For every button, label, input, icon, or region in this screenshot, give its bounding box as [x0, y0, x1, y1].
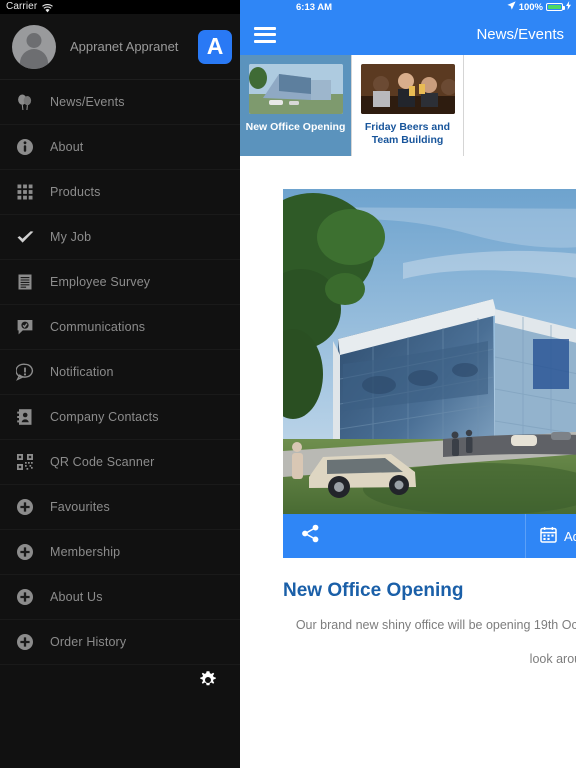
battery-full-icon — [546, 3, 565, 11]
content-status-bar: 6:13 AM 100% — [240, 0, 576, 14]
tab-label: Friday Beers and Team Building — [364, 121, 451, 146]
plus-circle-icon — [14, 586, 36, 608]
sidebar-item-about-us[interactable]: About Us — [0, 575, 240, 620]
app-root: Carrier Appranet Appranet A News/Events … — [0, 0, 576, 768]
sidebar-menu: News/Events About Products My Job Employ… — [0, 80, 240, 665]
sidebar-item-company-contacts[interactable]: Company Contacts — [0, 395, 240, 440]
alert-bubble-icon — [14, 361, 36, 383]
sidebar-item-favourites[interactable]: Favourites — [0, 485, 240, 530]
sidebar-item-label: About Us — [50, 590, 103, 604]
avatar — [12, 24, 56, 69]
carrier-label: Carrier — [6, 1, 38, 12]
sidebar-item-qr-code-scanner[interactable]: QR Code Scanner — [0, 440, 240, 485]
article-body-line-2: look around — [529, 652, 576, 666]
status-time: 6:13 AM — [296, 1, 333, 13]
sidebar-item-label: Order History — [50, 635, 127, 649]
battery-percent-label: 100% — [518, 1, 543, 13]
app-logo-badge: A — [198, 29, 232, 64]
content-pane: 6:13 AM 100% News/Events New Office Open… — [240, 0, 576, 768]
document-lines-icon — [14, 271, 36, 293]
info-circle-icon — [14, 136, 36, 158]
sidebar-item-employee-survey[interactable]: Employee Survey — [0, 260, 240, 305]
gear-icon[interactable] — [198, 670, 218, 690]
sidebar-item-notification[interactable]: Notification — [0, 350, 240, 395]
add-to-calendar-label: Add — [564, 528, 576, 544]
share-button[interactable] — [283, 514, 526, 558]
sidebar-item-communications[interactable]: Communications — [0, 305, 240, 350]
sidebar-item-products[interactable]: Products — [0, 170, 240, 215]
sidebar-item-label: My Job — [50, 230, 92, 244]
sidebar-item-label: Communications — [50, 320, 146, 334]
sidebar-item-label: About — [50, 140, 84, 154]
plus-circle-icon — [14, 541, 36, 563]
qr-code-icon — [14, 451, 36, 473]
article-body-line-1: Our brand new shiny office will be openi… — [295, 618, 576, 632]
plus-circle-icon — [14, 496, 36, 518]
plus-circle-icon — [14, 631, 36, 653]
sidebar-item-label: Favourites — [50, 500, 110, 514]
tab-friday-beers-team-building[interactable]: Friday Beers and Team Building — [352, 55, 464, 156]
page-title: News/Events — [476, 26, 564, 43]
people-cheers-thumbnail — [360, 64, 455, 114]
article-hero-container — [240, 156, 576, 514]
add-to-calendar-button[interactable]: Add — [526, 514, 576, 558]
sidebar: Carrier Appranet Appranet A News/Events … — [0, 0, 240, 768]
sidebar-item-label: Products — [50, 185, 101, 199]
charging-bolt-icon — [566, 1, 571, 13]
sidebar-item-label: Company Contacts — [50, 410, 159, 424]
sidebar-item-label: QR Code Scanner — [50, 455, 155, 469]
contact-card-icon — [14, 406, 36, 428]
sidebar-status-bar: Carrier — [0, 0, 240, 14]
tab-new-office-opening[interactable]: New Office Opening — [240, 55, 352, 156]
tab-label: New Office Opening — [245, 121, 346, 133]
sidebar-item-my-job[interactable]: My Job — [0, 215, 240, 260]
status-indicators: 100% — [507, 1, 571, 13]
checkmark-icon — [14, 226, 36, 248]
sidebar-item-news-events[interactable]: News/Events — [0, 80, 240, 125]
sidebar-profile-header[interactable]: Appranet Appranet A — [0, 14, 240, 80]
grid-icon — [14, 181, 36, 203]
article-action-bar: Add — [283, 514, 576, 558]
sidebar-item-membership[interactable]: Membership — [0, 530, 240, 575]
sidebar-item-label: Notification — [50, 365, 114, 379]
hamburger-menu-icon[interactable] — [254, 23, 276, 46]
tab-empty-slot[interactable] — [464, 55, 576, 156]
sidebar-item-label: News/Events — [50, 95, 125, 109]
new-office-building-render — [283, 189, 576, 514]
sidebar-item-label: Employee Survey — [50, 275, 151, 289]
chat-bubble-check-icon — [14, 316, 36, 338]
sidebar-item-label: Membership — [50, 545, 121, 559]
wifi-icon — [42, 3, 54, 13]
office-building-thumbnail — [248, 64, 343, 114]
profile-name: Appranet Appranet — [70, 39, 179, 54]
article-tab-strip: New Office Opening Friday Beers and Team… — [240, 55, 576, 156]
location-arrow-icon — [507, 1, 516, 13]
navigation-bar: News/Events — [240, 14, 576, 55]
share-icon — [301, 524, 320, 548]
calendar-icon — [540, 526, 557, 546]
article-headline: New Office Opening — [283, 580, 464, 601]
balloons-icon — [14, 91, 36, 113]
sidebar-item-about[interactable]: About — [0, 125, 240, 170]
sidebar-item-order-history[interactable]: Order History — [0, 620, 240, 665]
